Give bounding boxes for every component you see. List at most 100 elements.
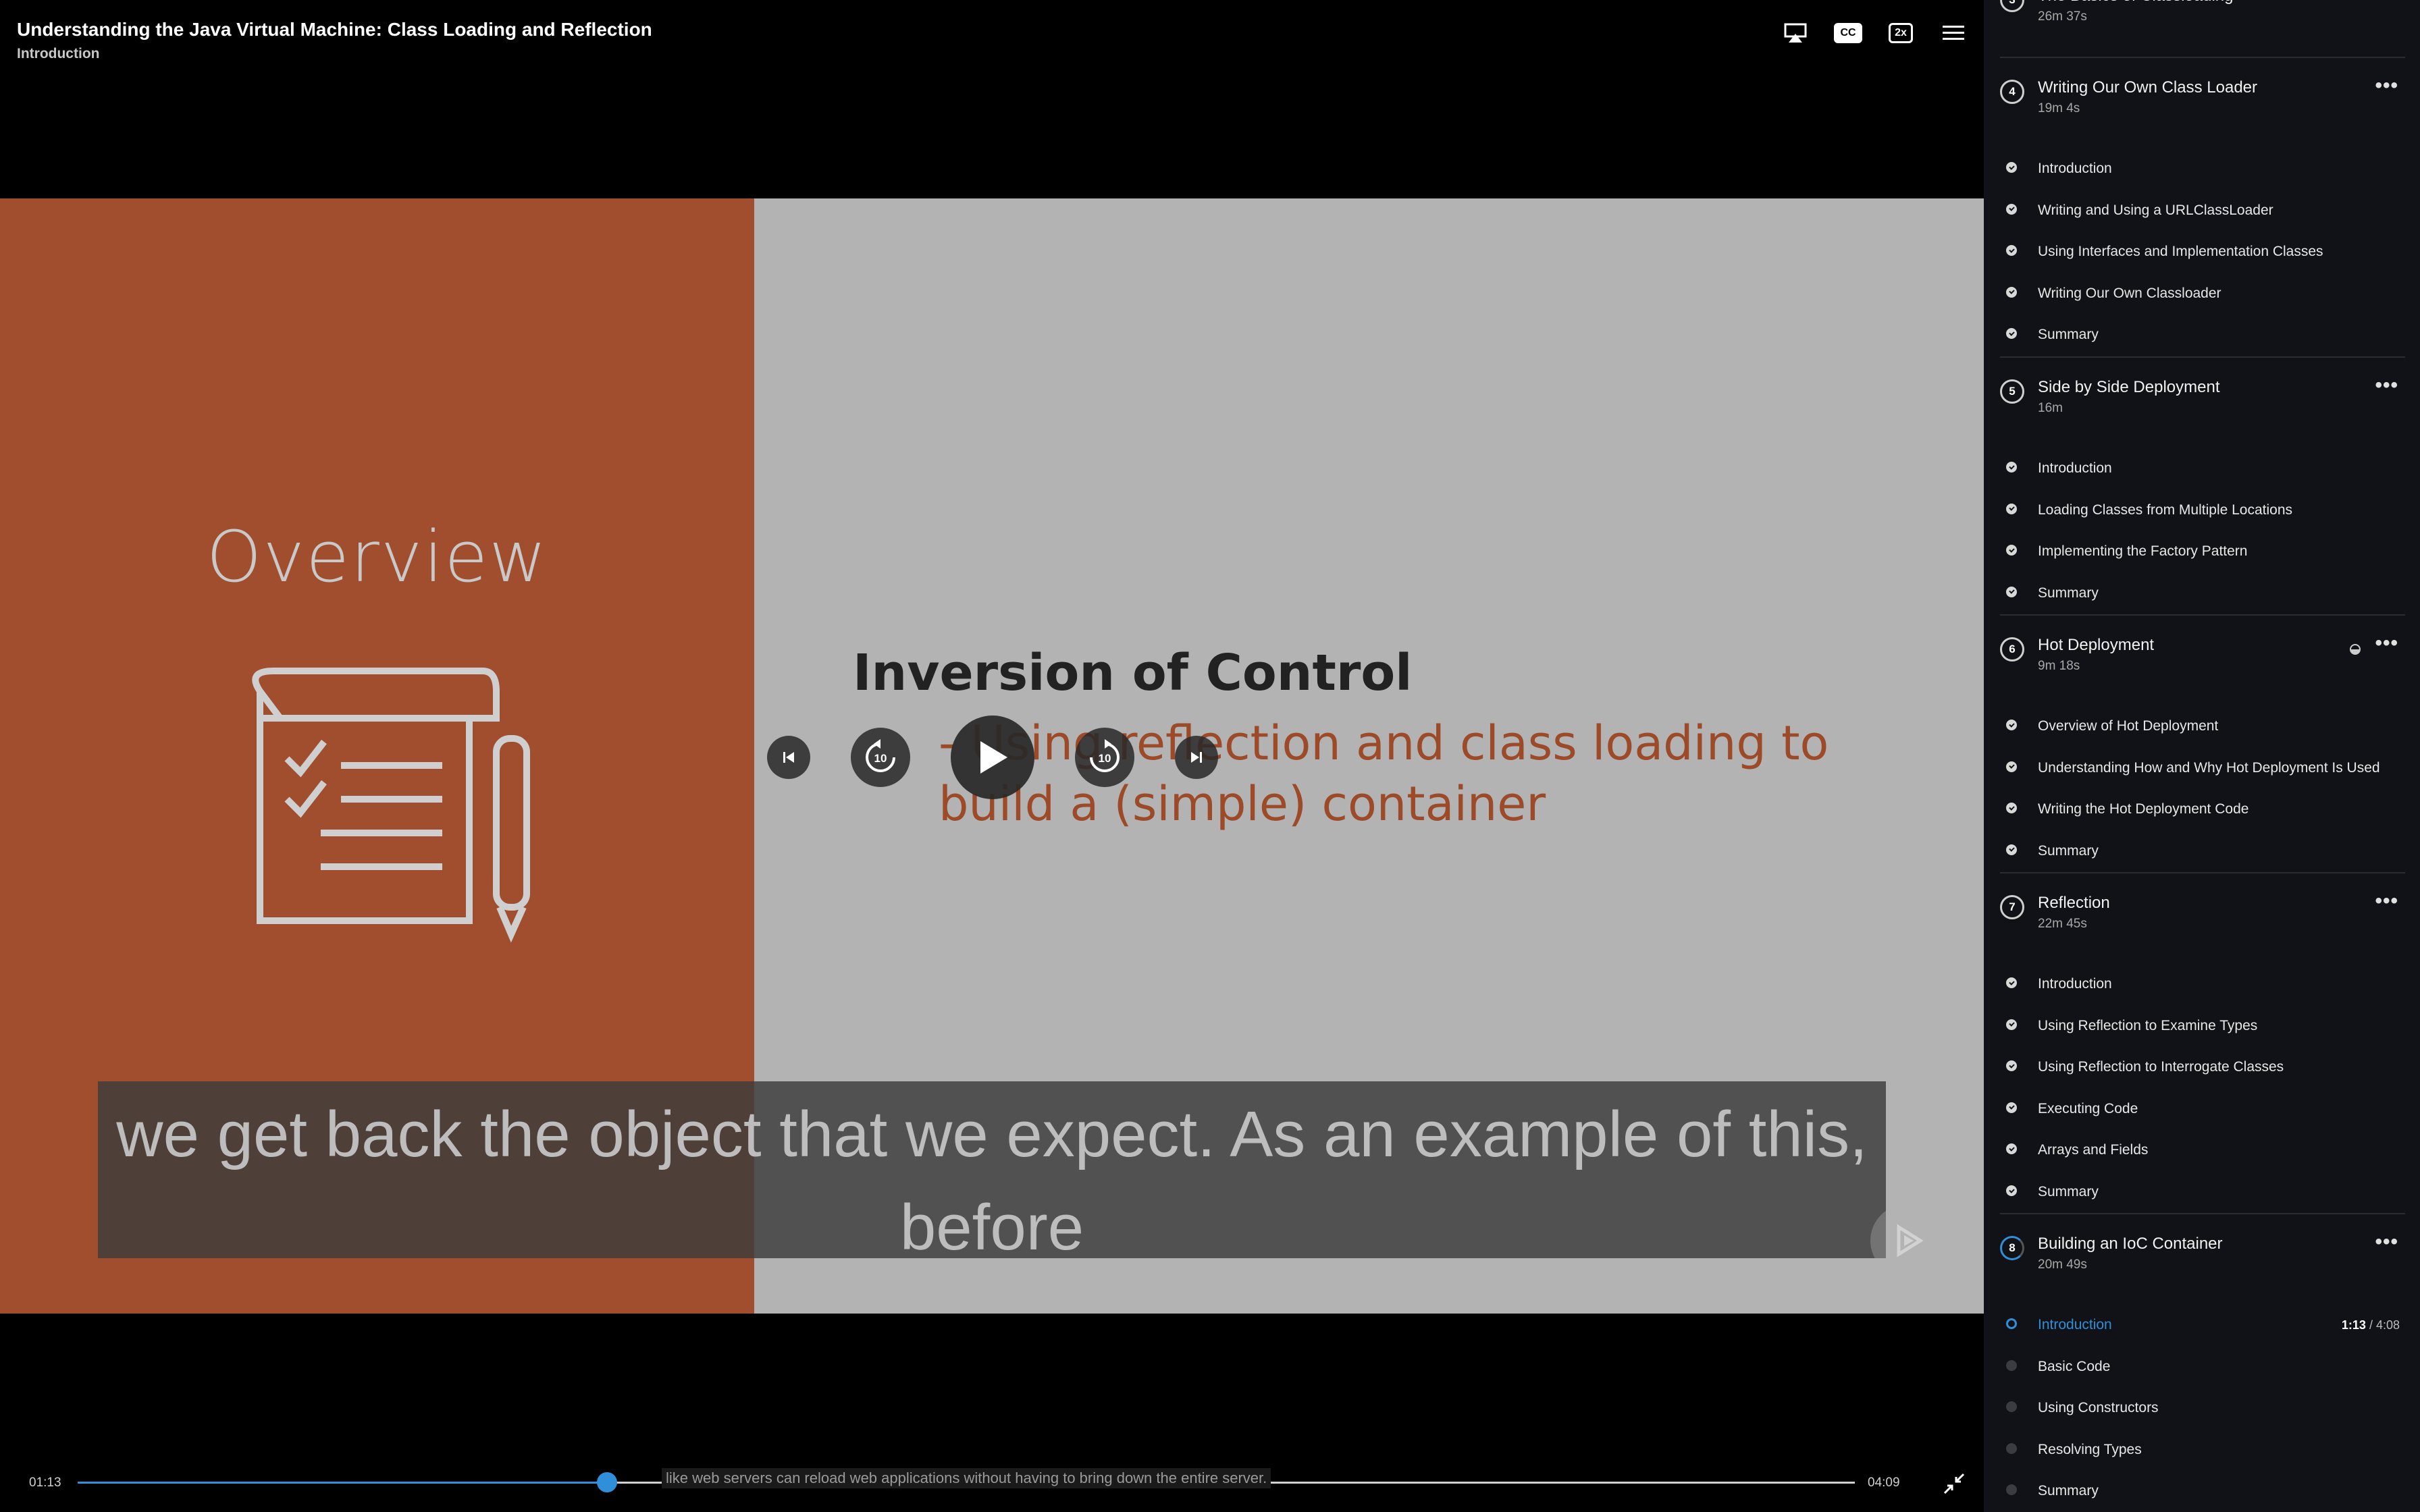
title-block: Understanding the Java Virtual Machine: …: [17, 19, 652, 62]
module-duration: 9m 18s: [2038, 659, 2080, 673]
clip-item[interactable]: Introduction: [1984, 971, 2420, 998]
clip-label: Loading Classes from Multiple Locations: [2038, 502, 2293, 518]
next-clip-button[interactable]: [1175, 736, 1218, 779]
clip-item[interactable]: Loading Classes from Multiple Locations: [1984, 497, 2420, 524]
previous-icon: [783, 752, 794, 763]
completed-check-icon: [2006, 586, 2017, 597]
play-icon: [980, 741, 1007, 774]
pluralsight-logo-icon: [1870, 1204, 1943, 1277]
more-options-icon[interactable]: •••: [2375, 374, 2398, 397]
module-number-3: 3: [2000, 0, 2024, 12]
clip-item[interactable]: Executing Code: [1984, 1096, 2420, 1123]
completed-check-icon: [2006, 1143, 2017, 1155]
module-duration: 16m: [2038, 401, 2063, 415]
clip-label: Introduction: [2038, 1317, 2112, 1332]
completed-check-icon: [2006, 328, 2017, 340]
forward-10-button[interactable]: 10: [1075, 728, 1134, 787]
module-divider: [2000, 1213, 2405, 1214]
module-duration: 20m 49s: [2038, 1258, 2087, 1272]
clip-item[interactable]: Arrays and Fields: [1984, 1137, 2420, 1164]
course-title: Understanding the Java Virtual Machine: …: [17, 19, 652, 40]
clip-item[interactable]: Writing the Hot Deployment Code: [1984, 796, 2420, 823]
partial-progress-icon: [2350, 644, 2361, 655]
clip-label: Implementing the Factory Pattern: [2038, 543, 2248, 560]
next-icon: [1191, 752, 1202, 763]
clip-progress-total: / 4:08: [2369, 1318, 2400, 1332]
clip-item[interactable]: Writing Our Own Classloader: [1984, 280, 2420, 307]
clip-label: Using Reflection to Examine Types: [2038, 1017, 2258, 1033]
more-options-icon[interactable]: •••: [2375, 0, 2398, 5]
menu-icon[interactable]: [1939, 19, 1968, 47]
unwatched-dot-icon: [2006, 1442, 2017, 1454]
module-divider: [2000, 356, 2405, 358]
closed-captions-icon[interactable]: CC: [1834, 19, 1862, 47]
clip-item[interactable]: Summary: [1984, 321, 2420, 348]
clip-item[interactable]: Writing and Using a URLClassLoader: [1984, 197, 2420, 224]
clip-item[interactable]: Summary: [1984, 838, 2420, 865]
clip-label: Summary: [2038, 1483, 2099, 1499]
completed-check-icon: [2006, 203, 2017, 215]
video-player[interactable]: Understanding the Java Virtual Machine: …: [0, 0, 1984, 1512]
completed-check-icon: [2006, 503, 2017, 514]
table-of-contents-sidebar[interactable]: 3 The Basics of Classloading 26m 37s ••• 4 Wr…: [1984, 0, 2420, 1512]
clip-label: Executing Code: [2038, 1100, 2138, 1116]
playback-speed-icon[interactable]: 2x: [1887, 19, 1915, 47]
unwatched-dot-icon: [2006, 1401, 2017, 1413]
slide-overview-title: Overview: [206, 516, 548, 598]
module-title[interactable]: Writing Our Own Class Loader: [2038, 78, 2257, 97]
module-number-4: 4: [2000, 80, 2024, 104]
player-top-toolbar: CC 2x: [1781, 19, 1968, 47]
progress-thumb[interactable]: [597, 1472, 618, 1492]
clip-label: Overview of Hot Deployment: [2038, 718, 2219, 734]
unwatched-dot-icon: [2006, 1359, 2017, 1371]
clip-item[interactable]: Introduction: [1984, 455, 2420, 482]
clip-label: Introduction: [2038, 161, 2112, 176]
completed-check-icon: [2006, 462, 2017, 473]
clip-label: Summary: [2038, 1184, 2099, 1199]
more-options-icon[interactable]: •••: [2375, 632, 2398, 655]
clip-item[interactable]: Introduction 1:13 / 4:08: [1984, 1312, 2420, 1339]
clip-label: Basic Code: [2038, 1358, 2111, 1374]
slide-heading: Inversion of Control: [853, 644, 1413, 702]
rewind-10-button[interactable]: 10: [851, 728, 910, 787]
clip-item[interactable]: Resolving Types: [1984, 1436, 2420, 1463]
clip-item[interactable]: Summary: [1984, 1478, 2420, 1505]
clip-label: Summary: [2038, 327, 2099, 343]
clip-item[interactable]: Using Reflection to Examine Types: [1984, 1013, 2420, 1040]
completed-check-icon: [2006, 162, 2017, 173]
completed-check-icon: [2006, 1185, 2017, 1196]
clip-item[interactable]: Summary: [1984, 1179, 2420, 1206]
more-options-icon[interactable]: •••: [2375, 74, 2398, 97]
clip-item[interactable]: Implementing the Factory Pattern: [1984, 538, 2420, 565]
module-title[interactable]: Reflection: [2038, 894, 2110, 913]
clip-item[interactable]: Using Constructors: [1984, 1395, 2420, 1422]
clip-label: Resolving Types: [2038, 1441, 2142, 1457]
module-title[interactable]: The Basics of Classloading: [2038, 0, 2233, 5]
previous-clip-button[interactable]: [767, 736, 810, 779]
more-options-icon[interactable]: •••: [2375, 1231, 2398, 1253]
svg-text:10: 10: [1099, 752, 1111, 765]
more-options-icon[interactable]: •••: [2375, 890, 2398, 913]
clip-item[interactable]: Summary: [1984, 580, 2420, 607]
completed-check-icon: [2006, 1102, 2017, 1113]
module-number-8: 8: [2000, 1236, 2024, 1260]
clip-item[interactable]: Using Reflection to Interrogate Classes: [1984, 1054, 2420, 1081]
clip-item[interactable]: Overview of Hot Deployment: [1984, 713, 2420, 740]
exit-fullscreen-icon[interactable]: [1942, 1472, 1966, 1496]
clip-item[interactable]: Basic Code: [1984, 1353, 2420, 1380]
clip-item[interactable]: Understanding How and Why Hot Deployment…: [1984, 755, 2420, 782]
play-button[interactable]: [951, 716, 1034, 799]
module-duration: 19m 4s: [2038, 101, 2080, 115]
clip-item[interactable]: Introduction: [1984, 155, 2420, 182]
module-title[interactable]: Hot Deployment: [2038, 636, 2154, 655]
airplay-icon[interactable]: [1781, 19, 1810, 47]
clip-label: Arrays and Fields: [2038, 1142, 2149, 1158]
clip-progress: 1:13 / 4:08: [2342, 1318, 2400, 1332]
svg-text:10: 10: [874, 752, 887, 765]
module-title[interactable]: Building an IoC Container: [2038, 1235, 2223, 1253]
clip-item[interactable]: Using Interfaces and Implementation Clas…: [1984, 238, 2420, 265]
module-divider: [2000, 57, 2405, 58]
progress-fill: [78, 1482, 608, 1484]
module-title[interactable]: Side by Side Deployment: [2038, 378, 2219, 397]
module-divider: [2000, 614, 2405, 616]
